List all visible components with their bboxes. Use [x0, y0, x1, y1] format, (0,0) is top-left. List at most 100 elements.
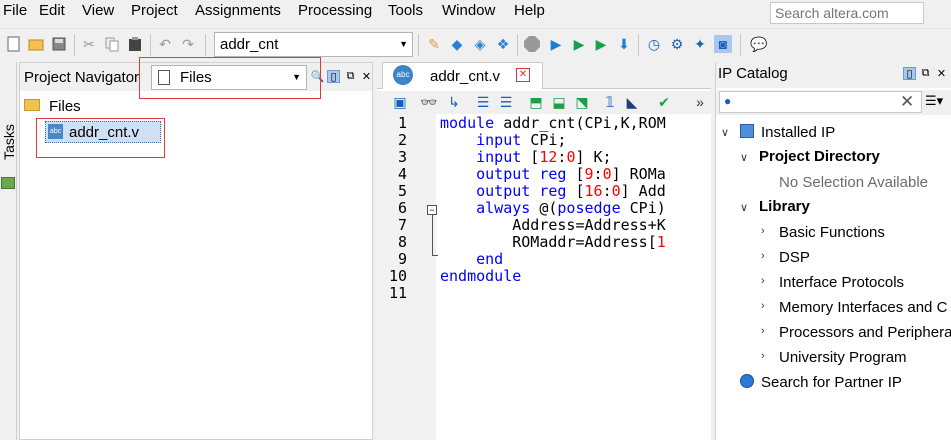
tasks-tab[interactable]: Tasks: [1, 122, 17, 162]
find-next-icon[interactable]: ↳: [445, 93, 463, 111]
code-check-icon[interactable]: ✔: [655, 93, 673, 111]
ip-search-input[interactable]: ● ✕: [719, 91, 922, 113]
line-number: 11: [388, 284, 407, 302]
chevron-right-icon[interactable]: ›: [761, 250, 765, 262]
play-icon[interactable]: ▶: [547, 35, 565, 53]
fold-toggle[interactable]: −: [427, 205, 437, 215]
menu-view[interactable]: View: [82, 2, 114, 19]
files-folder-label[interactable]: Files: [49, 98, 81, 115]
pin-icon[interactable]: ▯: [327, 70, 340, 83]
hamburger-menu-icon[interactable]: ☰▾: [925, 93, 945, 109]
close-icon[interactable]: ✕: [516, 68, 530, 82]
open-folder-icon[interactable]: [27, 35, 45, 53]
project-navigator-panel: Project Navigator Files ▼ 🔍 ▯ ⧉ ✕ Files …: [19, 57, 373, 440]
stop-icon[interactable]: [523, 35, 541, 53]
assembler-icon[interactable]: ⬇: [615, 35, 633, 53]
editor-tab-label: addr_cnt.v: [430, 68, 501, 85]
save-icon[interactable]: [50, 35, 68, 53]
search-input[interactable]: [771, 3, 923, 23]
chevron-down-icon[interactable]: ∨: [740, 151, 748, 164]
editor-toolbar: ▣ 👓 ↳ ☰ ☰ ⬒ ⬓ ⬔ 𝟙 ◣ ✔ »: [377, 91, 711, 114]
rtl-viewer-icon[interactable]: ❖: [494, 35, 512, 53]
chevron-right-icon[interactable]: ›: [761, 350, 765, 362]
menu-window[interactable]: Window: [442, 2, 495, 19]
clear-search-icon[interactable]: ✕: [900, 92, 914, 112]
programmer-icon[interactable]: ◙: [714, 35, 732, 53]
code-line: module addr_cnt(CPi,K,ROM: [440, 114, 666, 132]
undo-icon[interactable]: ↶: [156, 35, 174, 53]
library-item[interactable]: Memory Interfaces and C: [779, 299, 947, 316]
chevron-down-icon[interactable]: ∨: [740, 201, 748, 214]
line-number: 4: [397, 165, 407, 183]
menu-tools[interactable]: Tools: [388, 2, 423, 19]
menu-edit[interactable]: Edit: [39, 2, 65, 19]
code-line: output reg [9:0] ROMa: [476, 165, 666, 183]
next-bookmark-icon[interactable]: ⬓: [550, 93, 568, 111]
installed-ip-icon: [740, 124, 754, 138]
project-selector-value: addr_cnt: [220, 36, 279, 53]
new-file-icon[interactable]: [5, 35, 23, 53]
chevron-down-icon[interactable]: ∨: [721, 126, 729, 139]
assignment-editor-icon[interactable]: ◆: [448, 35, 466, 53]
editor-tab-bar: abc addr_cnt.v ✕: [377, 62, 711, 89]
menu-project[interactable]: Project: [131, 2, 178, 19]
search-box[interactable]: [770, 2, 924, 24]
insert-template-icon[interactable]: 𝟙: [601, 93, 619, 111]
find-icon[interactable]: 👓: [420, 93, 438, 111]
project-selector[interactable]: addr_cnt ▼: [214, 32, 413, 57]
toolbar-separator: [517, 34, 518, 56]
partner-ip-link[interactable]: Search for Partner IP: [761, 374, 902, 391]
library-item[interactable]: Processors and Periphera: [779, 324, 951, 341]
fitter-icon[interactable]: ▶: [592, 35, 610, 53]
toolbar-separator: [740, 34, 741, 56]
settings-icon[interactable]: ◈: [471, 35, 489, 53]
copy-icon[interactable]: [103, 35, 121, 53]
menu-processing[interactable]: Processing: [298, 2, 372, 19]
chevron-right-icon[interactable]: ›: [761, 275, 765, 287]
prev-bookmark-icon[interactable]: ⬔: [573, 93, 591, 111]
unindent-icon[interactable]: ☰: [497, 93, 515, 111]
code-line: endmodule: [440, 267, 522, 285]
float-window-icon[interactable]: ⧉: [344, 70, 357, 83]
close-icon[interactable]: ✕: [360, 70, 373, 83]
menu-file[interactable]: File: [3, 2, 27, 19]
editor-panel: abc addr_cnt.v ✕ ▣ 👓 ↳ ☰ ☰ ⬒ ⬓ ⬔ 𝟙 ◣ ✔ »…: [377, 62, 711, 440]
fold-end: [432, 255, 438, 256]
paste-icon[interactable]: [126, 35, 144, 53]
analysis-icon[interactable]: ▶: [570, 35, 588, 53]
globe-icon: [740, 374, 754, 388]
timing-icon[interactable]: ◷: [645, 35, 663, 53]
search-icon: ●: [724, 94, 732, 108]
installed-ip-label[interactable]: Installed IP: [761, 124, 835, 141]
block-comment-icon[interactable]: ◣: [623, 93, 641, 111]
bookmark-icon[interactable]: ⬒: [527, 93, 545, 111]
chevron-right-icon[interactable]: ›: [761, 300, 765, 312]
frame-icon[interactable]: ▣: [391, 93, 409, 111]
ip-catalog-header: IP Catalog ▯ ⧉ ✕: [716, 62, 951, 88]
project-directory-label[interactable]: Project Directory: [759, 148, 880, 165]
tasks-icon[interactable]: [1, 177, 15, 189]
float-window-icon[interactable]: ⧉: [919, 67, 932, 80]
help-icon[interactable]: 💬: [750, 35, 768, 53]
library-item[interactable]: Basic Functions: [779, 224, 885, 241]
pin-planner-icon[interactable]: ✎: [425, 35, 443, 53]
library-label[interactable]: Library: [759, 198, 810, 215]
netlist-icon[interactable]: ⚙: [668, 35, 686, 53]
library-item[interactable]: Interface Protocols: [779, 274, 904, 291]
redo-icon[interactable]: ↷: [179, 35, 197, 53]
library-item[interactable]: University Program: [779, 349, 907, 366]
menu-help[interactable]: Help: [514, 2, 545, 19]
chevron-right-icon[interactable]: ›: [761, 325, 765, 337]
chip-planner-icon[interactable]: ✦: [691, 35, 709, 53]
menu-assignments[interactable]: Assignments: [195, 2, 281, 19]
close-icon[interactable]: ✕: [935, 67, 948, 80]
indent-icon[interactable]: ☰: [474, 93, 492, 111]
cut-icon[interactable]: ✂: [80, 35, 98, 53]
pin-icon[interactable]: ▯: [903, 67, 916, 80]
library-item[interactable]: DSP: [779, 249, 810, 266]
code-area[interactable]: 1 2 3 4 5 6 7 8 9 10 11 − module addr_cn…: [377, 114, 711, 440]
chevron-right-icon[interactable]: ›: [761, 225, 765, 237]
editor-tab[interactable]: abc addr_cnt.v ✕: [382, 62, 543, 89]
no-selection-label: No Selection Available: [779, 174, 928, 191]
more-tools-icon[interactable]: »: [691, 93, 709, 111]
